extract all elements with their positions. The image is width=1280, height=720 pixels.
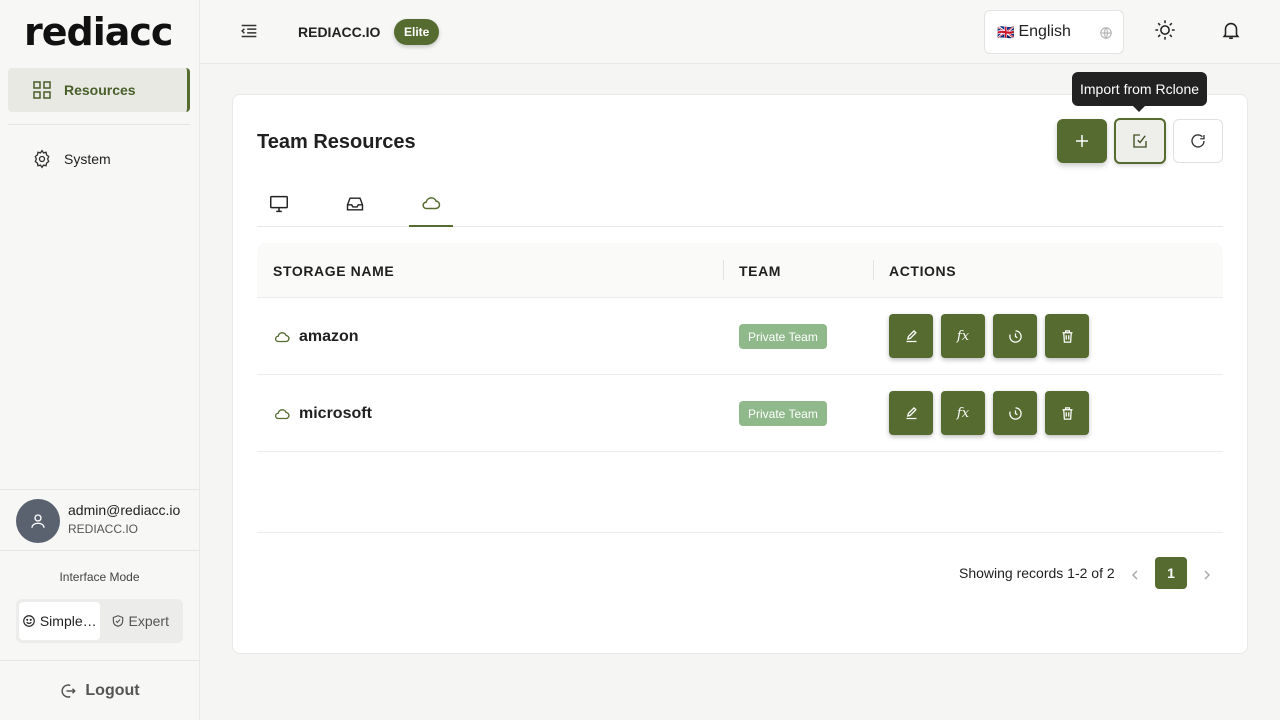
delete-button[interactable] — [1045, 391, 1089, 435]
edit-button[interactable] — [889, 314, 933, 358]
import-tooltip: Import from Rclone — [1072, 72, 1208, 112]
brand-logo: rediacc — [24, 10, 173, 54]
edit-button[interactable] — [889, 391, 933, 435]
sidebar-item-resources[interactable]: Resources — [8, 68, 190, 112]
uk-flag-icon: 🇬🇧 — [997, 23, 1015, 40]
table-header: STORAGE NAME TEAM ACTIONS — [257, 243, 1223, 298]
column-separator — [723, 260, 724, 280]
page-title: Team Resources — [257, 131, 416, 153]
sun-icon — [1155, 20, 1175, 40]
gear-icon — [32, 149, 52, 169]
resource-tabs — [257, 181, 1223, 227]
team-tag: Private Team — [739, 401, 827, 426]
column-separator — [873, 260, 874, 280]
logout-icon — [61, 683, 77, 698]
function-button[interactable]: fx — [941, 391, 985, 435]
smile-icon — [23, 615, 35, 627]
logout-label: Logout — [85, 681, 140, 699]
cloud-icon — [422, 197, 441, 210]
storage-name-cell: amazon — [273, 298, 359, 375]
globe-icon — [1100, 27, 1112, 39]
column-header-team: TEAM — [739, 262, 782, 279]
storage-table: STORAGE NAME TEAM ACTIONS amazon Private… — [257, 243, 1223, 452]
table-footer-divider — [257, 532, 1223, 533]
user-org: REDIACC.IO — [68, 522, 139, 536]
column-header-storage-name: STORAGE NAME — [273, 262, 395, 279]
import-icon — [1133, 134, 1147, 148]
sidebar-item-label: Resources — [64, 82, 136, 98]
refresh-button[interactable] — [1173, 119, 1223, 163]
sidebar-item-label: System — [64, 151, 111, 167]
language-select[interactable]: 🇬🇧 English — [984, 10, 1124, 54]
avatar — [16, 499, 60, 543]
grid-icon — [32, 80, 52, 100]
user-icon — [31, 514, 45, 528]
history-button[interactable] — [993, 391, 1037, 435]
interface-mode-label: Interface Mode — [59, 570, 140, 584]
function-icon: fx — [956, 328, 970, 344]
next-page-button[interactable] — [1197, 565, 1217, 585]
user-profile[interactable]: admin@rediacc.io REDIACC.IO — [0, 489, 199, 551]
monitor-icon — [270, 195, 288, 213]
cloud-icon — [274, 331, 290, 342]
org-name: REDIACC.IO — [298, 24, 381, 40]
history-icon — [1008, 406, 1022, 420]
language-label: English — [1018, 23, 1071, 40]
history-icon — [1008, 329, 1022, 343]
menu-fold-icon — [241, 24, 257, 38]
delete-button[interactable] — [1045, 314, 1089, 358]
trash-icon — [1062, 329, 1072, 343]
collapse-sidebar-button[interactable] — [238, 20, 260, 42]
add-storage-button[interactable] — [1057, 119, 1107, 163]
interface-mode-toggle: Simple… Expert — [16, 599, 183, 643]
tab-repositories[interactable] — [333, 181, 377, 227]
storage-name: microsoft — [299, 404, 372, 422]
plan-badge: Elite — [394, 19, 440, 45]
tab-storage[interactable] — [409, 181, 453, 227]
mode-option-label: Simple… — [39, 613, 97, 629]
team-tag: Private Team — [739, 324, 827, 349]
theme-toggle-button[interactable] — [1154, 19, 1176, 41]
logout-button[interactable]: Logout — [0, 660, 199, 720]
history-button[interactable] — [993, 314, 1037, 358]
import-rclone-button[interactable] — [1114, 118, 1166, 164]
user-email: admin@rediacc.io — [68, 502, 181, 518]
table-row: microsoft Private Team fx — [257, 375, 1223, 452]
refresh-icon — [1191, 134, 1205, 148]
chevron-left-icon — [1131, 570, 1138, 580]
bell-icon — [1222, 22, 1240, 40]
mode-expert-option[interactable]: Expert — [100, 602, 181, 640]
edit-icon — [906, 329, 917, 342]
notifications-button[interactable] — [1220, 19, 1242, 41]
function-button[interactable]: fx — [941, 314, 985, 358]
team-resources-card: Team Resources STORAGE NAME TEAM ACTIONS — [232, 94, 1248, 654]
nav-divider — [8, 124, 190, 125]
page-1-button[interactable]: 1 — [1155, 557, 1187, 589]
inbox-icon — [346, 197, 364, 211]
sidebar: rediacc Resources System admin@rediacc.i… — [0, 0, 200, 720]
column-header-actions: ACTIONS — [889, 262, 957, 279]
trash-icon — [1062, 406, 1072, 420]
table-row: amazon Private Team fx — [257, 298, 1223, 375]
chevron-right-icon — [1204, 570, 1211, 580]
plus-icon — [1076, 135, 1088, 147]
shield-check-icon — [112, 615, 123, 627]
function-icon: fx — [956, 405, 970, 421]
storage-name: amazon — [299, 327, 359, 345]
mode-simple-option[interactable]: Simple… — [19, 602, 100, 640]
tab-machines[interactable] — [257, 181, 301, 227]
edit-icon — [906, 406, 917, 419]
storage-name-cell: microsoft — [273, 375, 372, 452]
top-header: REDIACC.IO Elite 🇬🇧 English — [200, 0, 1280, 64]
sidebar-item-system[interactable]: System — [8, 137, 190, 181]
previous-page-button[interactable] — [1125, 565, 1145, 585]
pagination-summary: Showing records 1-2 of 2 — [959, 565, 1115, 581]
cloud-icon — [274, 408, 290, 419]
mode-option-label: Expert — [128, 613, 169, 629]
